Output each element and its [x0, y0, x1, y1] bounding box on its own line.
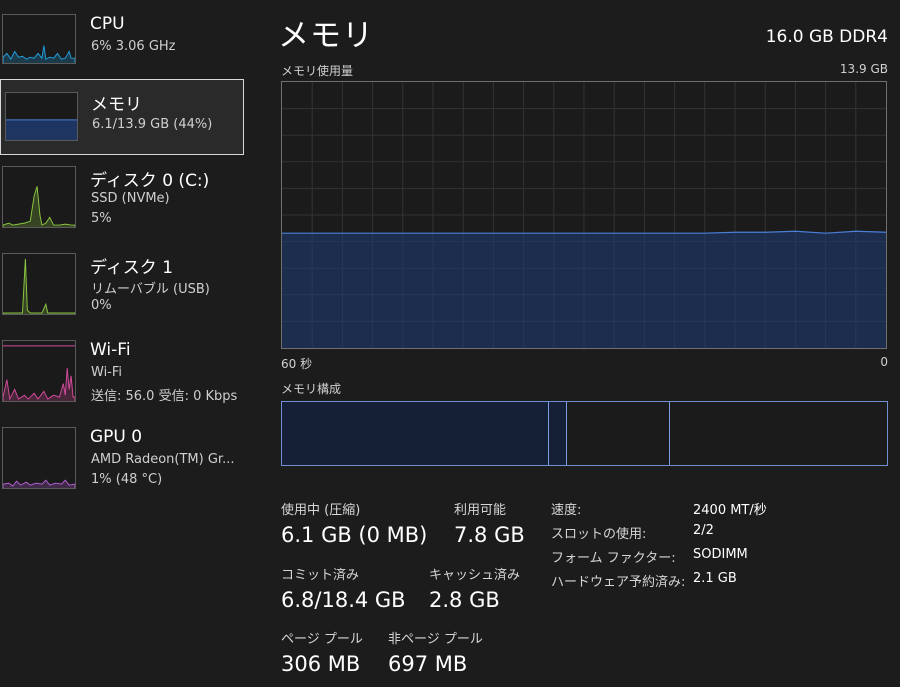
- wifi-sparkline: [2, 340, 76, 402]
- sidebar-item-title: Wi-Fi: [90, 340, 131, 360]
- composition-standby: [567, 402, 670, 465]
- memory-usage-chart: [281, 81, 887, 349]
- time-axis-left: 60 秒: [281, 357, 313, 371]
- form-factor-value: SODIMM: [693, 547, 748, 562]
- sidebar-item-title: メモリ: [91, 95, 142, 115]
- cached-label: キャッシュ済み: [429, 568, 521, 583]
- cpu-sparkline: [2, 14, 76, 64]
- sidebar-item-title: CPU: [90, 14, 125, 34]
- committed-label: コミット済み: [281, 568, 360, 583]
- sidebar: CPU 6% 3.06 GHz メモリ 6.1/13.9 GB (44%) ディ…: [0, 0, 262, 687]
- hardware-reserved-value: 2.1 GB: [693, 571, 737, 586]
- memory-sparkline: [5, 92, 78, 141]
- paged-pool-value: 306 MB: [281, 652, 361, 676]
- memory-spec: 16.0 GB DDR4: [765, 27, 888, 47]
- in-use-value: 6.1 GB (0 MB): [281, 523, 428, 547]
- page-title: メモリ: [278, 18, 374, 54]
- sidebar-item-wifi[interactable]: Wi-Fi Wi-Fi 送信: 56.0 受信: 0 Kbps: [0, 340, 244, 416]
- committed-value: 6.8/18.4 GB: [281, 588, 406, 612]
- memory-composition-bar: [281, 401, 888, 466]
- speed-value: 2400 MT/秒: [693, 503, 767, 518]
- sidebar-item-detail: Wi-Fi: [91, 365, 123, 380]
- form-factor-label: フォーム ファクター:: [551, 551, 676, 566]
- composition-label: メモリ構成: [281, 382, 342, 396]
- cached-value: 2.8 GB: [429, 588, 500, 612]
- sidebar-item-usage: 送信: 56.0 受信: 0 Kbps: [91, 389, 238, 404]
- sidebar-item-usage: 0%: [91, 298, 112, 313]
- disk0-sparkline: [2, 166, 76, 228]
- disk1-sparkline: [2, 253, 76, 315]
- sidebar-item-title: ディスク 0 (C:): [90, 171, 210, 191]
- sidebar-item-gpu0[interactable]: GPU 0 AMD Radeon(TM) Gr... 1% (48 °C): [0, 427, 244, 503]
- memory-usage-chart-svg: [282, 82, 886, 348]
- sidebar-item-detail: 6.1/13.9 GB (44%): [92, 117, 213, 132]
- gpu-sparkline: [2, 427, 76, 489]
- slots-label: スロットの使用:: [551, 527, 647, 542]
- sidebar-item-detail: リムーバブル (USB): [91, 282, 210, 297]
- speed-label: 速度:: [551, 503, 582, 518]
- usage-area: [282, 231, 886, 348]
- in-use-label: 使用中 (圧縮): [281, 503, 361, 518]
- nonpaged-pool-label: 非ページ プール: [388, 632, 483, 647]
- sidebar-item-memory[interactable]: メモリ 6.1/13.9 GB (44%): [0, 79, 244, 155]
- composition-modified: [549, 402, 567, 465]
- sidebar-item-usage: 5%: [91, 211, 112, 226]
- sidebar-item-disk1[interactable]: ディスク 1 リムーバブル (USB) 0%: [0, 253, 244, 329]
- sidebar-item-title: ディスク 1: [90, 258, 174, 278]
- time-axis-right: 0: [880, 355, 888, 369]
- available-label: 利用可能: [454, 503, 507, 518]
- hardware-reserved-label: ハードウェア予約済み:: [551, 575, 686, 590]
- usage-chart-label: メモリ使用量: [281, 64, 354, 78]
- paged-pool-label: ページ プール: [281, 632, 363, 647]
- sidebar-item-title: GPU 0: [90, 427, 143, 447]
- slots-value: 2/2: [693, 523, 714, 538]
- available-value: 7.8 GB: [454, 523, 525, 547]
- memory-panel: メモリ 16.0 GB DDR4 メモリ使用量 13.9 GB 60 秒 0 メ…: [262, 0, 900, 687]
- usage-chart-max: 13.9 GB: [839, 62, 888, 76]
- sidebar-item-usage: 1% (48 °C): [91, 472, 163, 487]
- sidebar-item-detail: SSD (NVMe): [91, 191, 170, 206]
- sidebar-item-detail: AMD Radeon(TM) Gr...: [91, 452, 235, 467]
- sidebar-item-detail: 6% 3.06 GHz: [91, 39, 176, 54]
- sidebar-item-disk0[interactable]: ディスク 0 (C:) SSD (NVMe) 5%: [0, 166, 244, 242]
- composition-in-use: [282, 402, 549, 465]
- nonpaged-pool-value: 697 MB: [388, 652, 468, 676]
